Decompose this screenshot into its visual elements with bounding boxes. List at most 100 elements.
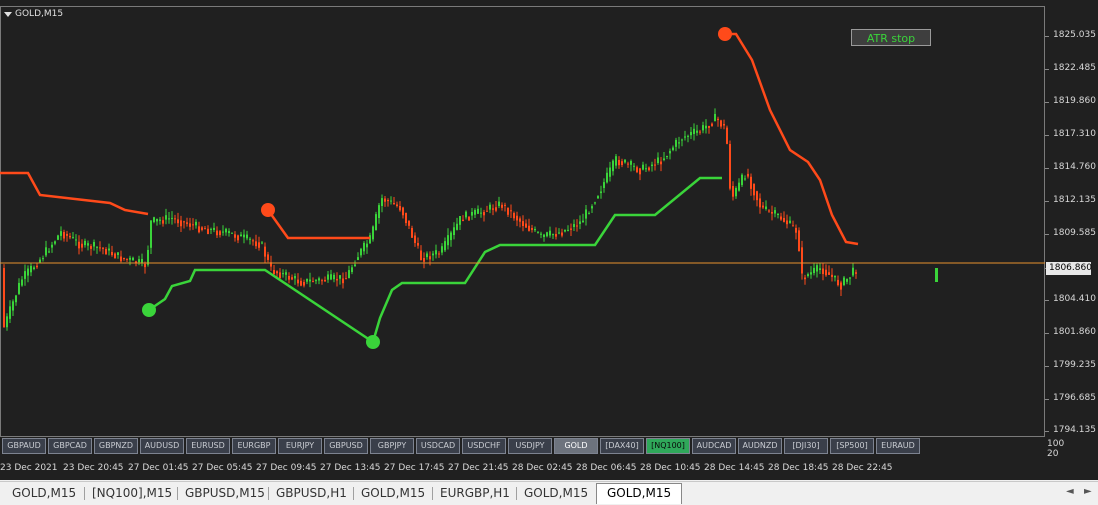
candle-body: [552, 234, 554, 236]
chart-tab[interactable]: GOLD,M15: [361, 484, 425, 502]
candle-body: [675, 139, 677, 147]
candle-body: [6, 316, 8, 328]
chart-tab[interactable]: GOLD,M15: [524, 484, 588, 502]
symbol-button-gbpusd[interactable]: GBPUSD: [324, 438, 368, 454]
candle-body: [426, 253, 428, 258]
candle-body: [480, 212, 482, 214]
candle-body: [192, 224, 194, 226]
symbol-button-dji30[interactable]: [DJI30]: [784, 438, 828, 454]
candle-body: [240, 234, 242, 237]
candle-body: [750, 176, 752, 189]
candle-body: [504, 204, 506, 206]
candle-body: [633, 165, 635, 167]
candle-body: [111, 252, 113, 256]
symbol-button-gbpcad[interactable]: GBPCAD: [48, 438, 92, 454]
symbol-button-usdjpy[interactable]: USDJPY: [508, 438, 552, 454]
candle-body: [273, 270, 275, 275]
symbol-button-usdcad[interactable]: USDCAD: [416, 438, 460, 454]
scroll-right-icon[interactable]: ►: [1084, 486, 1092, 497]
chart-tab[interactable]: [NQ100],M15: [92, 484, 172, 502]
symbol-button-euraud[interactable]: EURAUD: [876, 438, 920, 454]
candle-body: [189, 223, 191, 227]
time-axis[interactable]: 23 Dec 2021 23 Dec 20:45 27 Dec 01:45 27 De…: [0, 460, 1045, 476]
candle-body: [525, 223, 527, 228]
candle-body: [396, 204, 398, 206]
candle-body: [357, 257, 359, 260]
price-tick: [1045, 135, 1049, 136]
symbol-button-dax40[interactable]: [DAX40]: [600, 438, 644, 454]
symbol-button-audcad[interactable]: AUDCAD: [692, 438, 736, 454]
time-label: 28 Dec 10:45: [640, 463, 701, 473]
candle-body: [393, 203, 395, 205]
candle-body: [123, 258, 125, 259]
candle-body: [60, 231, 62, 236]
chevron-down-icon[interactable]: [4, 11, 12, 17]
candle-body: [105, 249, 107, 255]
symbol-button-audusd[interactable]: AUDUSD: [140, 438, 184, 454]
candle-body: [330, 274, 332, 280]
symbol-button-audnzd[interactable]: AUDNZD: [738, 438, 782, 454]
chart-canvas[interactable]: [0, 0, 1045, 437]
candle-body: [15, 295, 17, 303]
candle-body: [534, 228, 536, 231]
symbol-button-eurjpy[interactable]: EURJPY: [278, 438, 322, 454]
candle-body: [255, 241, 257, 247]
chart-tab[interactable]: GOLD,M15: [596, 483, 683, 504]
candle-body: [621, 161, 623, 166]
candle-body: [615, 156, 617, 166]
scroll-left-icon[interactable]: ◄: [1066, 486, 1074, 497]
atr-stop-label[interactable]: ATR stop: [851, 29, 931, 46]
candle-body: [462, 219, 464, 222]
candle-body: [180, 220, 182, 227]
symbol-button-gbpaud[interactable]: GBPAUD: [2, 438, 46, 454]
price-tick: [1045, 168, 1049, 169]
candle-body: [606, 172, 608, 183]
candle-body: [684, 136, 686, 138]
chart-tab[interactable]: EURGBP,H1: [440, 484, 510, 502]
time-label: 28 Dec 06:45: [576, 463, 637, 473]
candle-body: [429, 256, 431, 260]
candle-body: [618, 160, 620, 166]
candle-body: [408, 220, 410, 226]
symbol-button-gbpjpy[interactable]: GBPJPY: [370, 438, 414, 454]
price-label: 1801.860: [1053, 327, 1096, 337]
symbol-button-nq100[interactable]: [NQ100]: [646, 438, 690, 454]
candle-body: [801, 247, 803, 274]
candle-body: [771, 212, 773, 214]
candle-body: [558, 232, 560, 234]
chart-tab[interactable]: GBPUSD,H1: [276, 484, 347, 502]
candle-body: [561, 232, 563, 236]
candle-body: [243, 234, 245, 238]
candle-body: [288, 276, 290, 280]
candle-body: [573, 224, 575, 227]
candle-body: [678, 142, 680, 144]
candle-body: [63, 232, 65, 239]
symbol-button-usdchf[interactable]: USDCHF: [462, 438, 506, 454]
chart-tab[interactable]: GBPUSD,M15: [185, 484, 265, 502]
candle-body: [597, 196, 599, 199]
candle-body: [690, 131, 692, 136]
current-price-label: 1806.860: [1046, 262, 1092, 275]
symbol-button-eurusd[interactable]: EURUSD: [186, 438, 230, 454]
price-tick: [1045, 431, 1049, 432]
price-axis[interactable]: 1825.035 1822.485 1819.860 1817.310 1814.760…: [1045, 0, 1098, 480]
candle-body: [9, 306, 11, 319]
candle-body: [12, 301, 14, 311]
candle-body: [645, 168, 647, 170]
symbol-button-gbpnzd[interactable]: GBPNZD: [94, 438, 138, 454]
candle-body: [399, 206, 401, 211]
chart-tab[interactable]: GOLD,M15: [12, 484, 76, 502]
chart-title[interactable]: GOLD,M15: [4, 9, 63, 19]
symbol-button-gold[interactable]: GOLD: [554, 438, 598, 454]
candle-body: [723, 124, 725, 126]
symbol-button-sp500[interactable]: [SP500]: [830, 438, 874, 454]
candle-body: [372, 226, 374, 240]
symbol-button-eurgbp[interactable]: EURGBP: [232, 438, 276, 454]
candle-body: [249, 238, 251, 240]
price-label: 1812.135: [1053, 195, 1096, 205]
price-tick: [1045, 300, 1049, 301]
candle-body: [438, 253, 440, 255]
chart-window[interactable]: GOLD,M15 ATR stop 1825.035 1822.485 1819.8…: [0, 0, 1098, 480]
candle-body: [570, 228, 572, 230]
candle-body: [531, 228, 533, 230]
